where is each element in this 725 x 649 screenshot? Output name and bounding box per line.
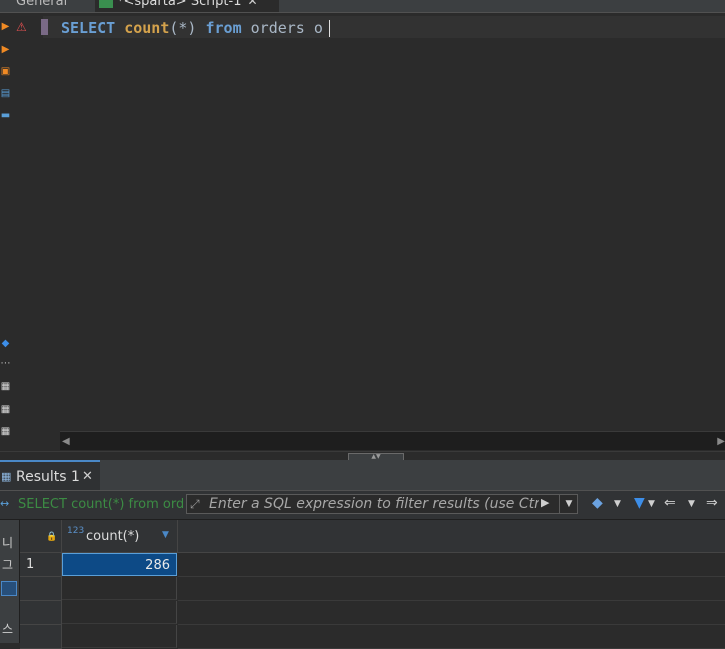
panel-splitter[interactable]: ▲▼: [0, 451, 725, 461]
export-icon[interactable]: ▦: [0, 381, 11, 393]
terminal-icon[interactable]: ▬: [0, 110, 11, 122]
sql-editor[interactable]: ⚠ SELECT count(*) from orders o: [13, 13, 725, 430]
import-icon[interactable]: ▦: [0, 404, 11, 416]
filter-history-dropdown[interactable]: ▼: [559, 495, 578, 513]
cell-value: 286: [145, 558, 170, 573]
sql-keyword: SELECT: [61, 19, 116, 37]
view-label-top[interactable]: 니: [2, 534, 13, 551]
row-number-label: 1: [26, 557, 35, 572]
grid-header-filler: [178, 520, 725, 553]
tab-general[interactable]: General: [16, 0, 67, 9]
results-view-switcher: 니 그 스: [0, 520, 20, 643]
table-cell[interactable]: [62, 601, 177, 624]
sort-icon[interactable]: ▼: [162, 530, 169, 540]
numeric-type-icon: 123: [67, 526, 85, 536]
more-icon[interactable]: ⋯: [0, 358, 11, 370]
tab-results-1[interactable]: ▦ Results 1 ✕: [0, 460, 100, 490]
sql-args: (*): [169, 19, 197, 37]
grid-row-filler: [178, 553, 725, 577]
table-cell[interactable]: [62, 625, 177, 648]
row-number[interactable]: 1: [20, 553, 62, 577]
warning-icon[interactable]: ⚠: [16, 20, 27, 34]
close-icon[interactable]: ✕: [82, 469, 93, 484]
results-tab-label: Results 1: [16, 469, 80, 485]
tab-script-label: *<sparta> Script-1: [117, 0, 242, 9]
query-preview-text[interactable]: SELECT count(*) from ord: [18, 497, 183, 512]
row-number[interactable]: [20, 625, 62, 649]
results-filter-toolbar: ↔ SELECT count(*) from ord ⤢ Enter a SQL…: [0, 491, 725, 520]
eraser-icon[interactable]: ◆: [592, 495, 603, 511]
statement-marker: [41, 19, 48, 35]
row-number[interactable]: [20, 601, 62, 625]
grid-icon: ▦: [1, 470, 12, 483]
tab-close-icon[interactable]: ✕: [247, 0, 257, 8]
column-name: count(*): [86, 529, 140, 544]
chevron-down-icon[interactable]: ▼: [688, 499, 695, 509]
scroll-right-icon[interactable]: ▶: [717, 436, 725, 447]
sql-keyword: from: [205, 19, 242, 37]
scroll-left-icon[interactable]: ◀: [62, 436, 70, 447]
chevron-down-icon[interactable]: ▼: [648, 499, 655, 509]
table-cell-selected[interactable]: 286: [62, 553, 177, 576]
editor-horizontal-scrollbar[interactable]: ◀ ▶: [60, 431, 725, 450]
sql-table: orders o: [250, 19, 323, 37]
editor-side-toolbar: ▶ ▶ ▣ ▤ ▬ ◆ ⋯ ▦ ▦ ▦: [0, 13, 13, 451]
chevron-down-icon[interactable]: ▼: [614, 499, 621, 509]
view-label-bottom[interactable]: 스: [2, 620, 13, 637]
row-number[interactable]: [20, 577, 62, 601]
tab-script-1[interactable]: *<sparta> Script-1 ✕: [95, 0, 279, 12]
lock-icon: 🔒: [46, 532, 58, 542]
view-label-mid[interactable]: 그: [2, 556, 13, 573]
sql-query-icon: ↔: [0, 497, 10, 510]
column-header-count[interactable]: 123 count(*) ▼: [62, 520, 178, 553]
apply-filter-icon[interactable]: ▶: [541, 496, 549, 509]
editor-tab-bar: General *<sparta> Script-1 ✕: [0, 0, 725, 13]
explain-plan-icon[interactable]: ▤: [0, 88, 11, 100]
results-grid: 🔒 123 count(*) ▼ 1 286: [20, 520, 725, 649]
grid-view-icon[interactable]: [1, 581, 17, 596]
transaction-icon[interactable]: ◆: [0, 338, 11, 350]
arrow-right-icon[interactable]: ⇒: [706, 495, 718, 511]
execute-script-icon[interactable]: ▣: [0, 66, 11, 78]
sql-script-icon: [99, 0, 113, 8]
table-cell[interactable]: [62, 577, 177, 600]
funnel-icon[interactable]: ▼: [634, 495, 645, 511]
expand-icon[interactable]: ⤢: [190, 497, 200, 512]
grid-corner[interactable]: 🔒: [20, 520, 62, 553]
format-icon[interactable]: ▦: [0, 426, 11, 438]
execute-in-new-tab-icon[interactable]: ▶: [0, 44, 11, 56]
filter-placeholder: Enter a SQL expression to filter results…: [209, 496, 539, 512]
sql-text[interactable]: SELECT count(*) from orders o: [61, 19, 330, 37]
sql-function: count: [124, 19, 170, 37]
filter-input[interactable]: ⤢ Enter a SQL expression to filter resul…: [186, 494, 578, 514]
results-tab-bar: ▦ Results 1 ✕: [0, 460, 725, 491]
text-caret: [328, 20, 330, 37]
grid-row-filler: [178, 601, 725, 625]
execute-statement-icon[interactable]: ▶: [0, 21, 11, 33]
grid-row-filler: [178, 625, 725, 649]
grid-row-filler: [178, 577, 725, 601]
arrow-left-icon[interactable]: ⇐: [664, 495, 676, 511]
